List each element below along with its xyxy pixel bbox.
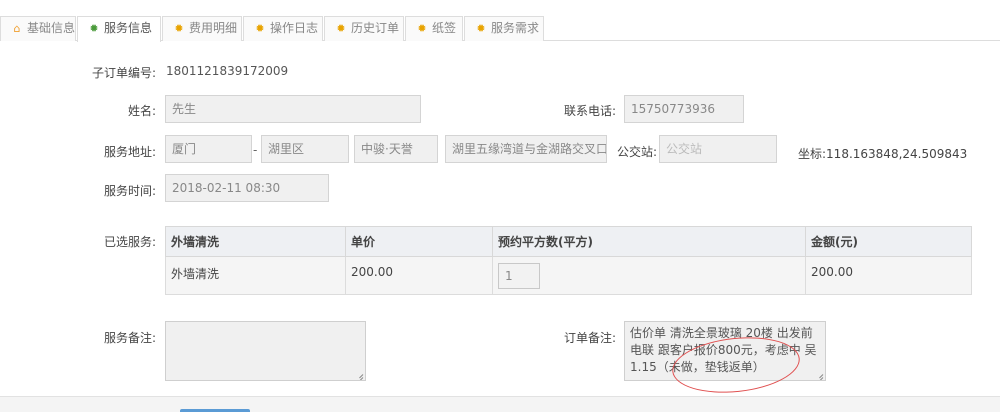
order-notes-label: 订单备注: — [563, 331, 616, 345]
services-table: 外墙清洗 单价 预约平方数(平方) 金额(元) 外墙清洗 200.00 1 20… — [165, 226, 972, 295]
gear-icon: ✹ — [336, 22, 346, 35]
coordinates-value: 118.163848,24.509843 — [826, 147, 968, 161]
column-header: 单价 — [345, 226, 493, 257]
tab-fee-details[interactable]: ✹ 费用明细 — [162, 16, 242, 41]
tab-label: 服务信息 — [104, 21, 153, 35]
tab-label: 操作日志 — [270, 21, 319, 35]
quantity-cell: 1 — [492, 256, 806, 295]
footer-bar — [0, 396, 1000, 412]
service-time-field[interactable]: 2018-02-11 08:30 — [165, 174, 329, 202]
column-header: 外墙清洗 — [165, 226, 346, 257]
gear-icon: ✹ — [174, 22, 184, 35]
sub-order-number: 1801121839172009 — [166, 64, 289, 78]
tab-service-needs[interactable]: ✹ 服务需求 — [464, 16, 544, 41]
address-separator: - — [253, 143, 258, 157]
price-cell: 200.00 — [345, 256, 493, 295]
district-field[interactable]: 湖里区 — [261, 135, 349, 163]
tab-label: 基础信息 — [27, 21, 76, 35]
name-label: 姓名: — [127, 104, 156, 118]
city-field[interactable]: 厦门 — [165, 135, 252, 163]
phone-field[interactable]: 15750773936 — [624, 95, 744, 123]
bus-stop-label: 公交站: — [616, 145, 657, 159]
tab-bar: ⌂ 基础信息 ✹ 服务信息 ✹ 费用明细 ✹ 操作日志 ✹ 历史订单 ✹ 纸签 ✹ 服务需求 — [0, 16, 1000, 42]
column-header: 预约平方数(平方) — [492, 226, 806, 257]
service-notes-textarea[interactable] — [165, 321, 366, 381]
resize-handle-icon[interactable] — [816, 371, 823, 378]
gear-icon: ✹ — [89, 22, 99, 35]
home-icon: ⌂ — [13, 22, 21, 35]
address-label: 服务地址: — [103, 145, 156, 159]
tab-label: 费用明细 — [189, 21, 238, 35]
table-header-row: 外墙清洗 单价 预约平方数(平方) 金额(元) — [165, 226, 972, 257]
coordinates-label: 坐标: — [798, 147, 827, 161]
tab-basic-info[interactable]: ⌂ 基础信息 — [0, 16, 76, 41]
tab-order-history[interactable]: ✹ 历史订单 — [324, 16, 404, 41]
quantity-input[interactable]: 1 — [498, 263, 540, 289]
name-field[interactable]: 先生 — [165, 95, 421, 123]
phone-label: 联系电话: — [563, 104, 616, 118]
area-field[interactable]: 中骏·天誉 — [354, 135, 438, 163]
tab-paper-tag[interactable]: ✹ 纸签 — [405, 16, 463, 41]
selected-services-label: 已选服务: — [103, 235, 156, 249]
order-notes-textarea[interactable]: 估价单 清洗全景玻璃 20楼 出发前电联 跟客户报价800元，考虑中 吴 1.1… — [624, 321, 826, 381]
order-notes-text: 估价单 清洗全景玻璃 20楼 出发前电联 跟客户报价800元，考虑中 吴 1.1… — [630, 326, 817, 374]
gear-icon: ✹ — [255, 22, 265, 35]
street-field[interactable]: 湖里五缘湾道与金湖路交叉口 — [445, 135, 607, 163]
tab-label: 历史订单 — [351, 21, 400, 35]
coordinates: 坐标:118.163848,24.509843 — [798, 145, 967, 162]
column-header: 金额(元) — [805, 226, 972, 257]
service-notes-label: 服务备注: — [103, 331, 156, 345]
service-time-label: 服务时间: — [103, 184, 156, 198]
bus-stop-field[interactable]: 公交站 — [659, 135, 777, 163]
tab-label: 服务需求 — [491, 21, 540, 35]
gear-icon: ✹ — [417, 22, 427, 35]
table-row: 外墙清洗 200.00 1 200.00 — [165, 256, 972, 295]
service-name-cell: 外墙清洗 — [165, 256, 346, 295]
amount-cell: 200.00 — [805, 256, 972, 295]
tab-operation-log[interactable]: ✹ 操作日志 — [243, 16, 323, 41]
gear-icon: ✹ — [476, 22, 486, 35]
resize-handle-icon[interactable] — [356, 371, 363, 378]
sub-order-label: 子订单编号: — [91, 66, 156, 80]
tab-service-info[interactable]: ✹ 服务信息 — [77, 16, 161, 42]
tab-label: 纸签 — [432, 21, 457, 35]
